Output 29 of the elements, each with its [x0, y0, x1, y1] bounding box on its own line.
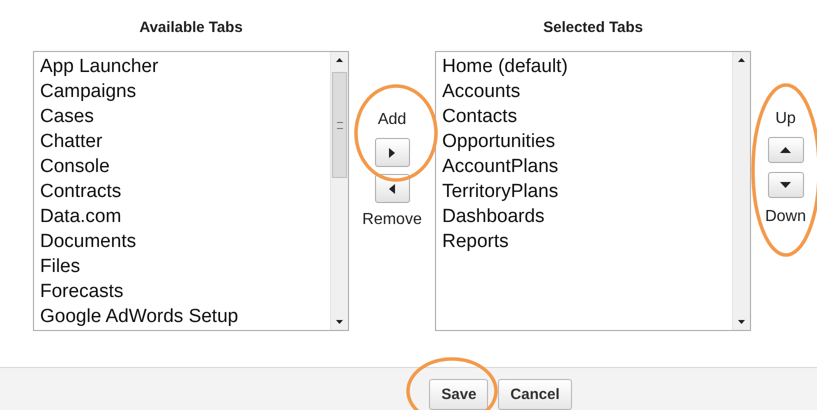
down-label: Down: [765, 207, 806, 227]
list-item[interactable]: Documents: [39, 229, 330, 254]
list-heading: Selected Tabs: [543, 18, 643, 38]
list-item[interactable]: Campaigns: [39, 79, 330, 104]
list-item[interactable]: Console: [39, 154, 330, 179]
list-heading: Available Tabs: [139, 18, 243, 38]
add-label: Add: [378, 110, 406, 130]
list-item[interactable]: Contracts: [39, 179, 330, 204]
list-box[interactable]: Home (default) Accounts Contacts Opportunities AccountPlans TerritoryPlans Dashboards Reports: [435, 51, 752, 331]
list-item[interactable]: Data.com: [39, 204, 330, 229]
list-item[interactable]: AccountPlans: [441, 154, 732, 179]
list-item[interactable]: Forecasts: [39, 279, 330, 304]
remove-label: Remove: [362, 210, 422, 230]
list-item[interactable]: Home (default): [441, 54, 732, 79]
list-box[interactable]: App Launcher Campaigns Cases Chatter Console Contracts Data.com Documents Files Forecasts Google AdWords Setup: [33, 51, 349, 331]
list-item[interactable]: Cases: [39, 104, 330, 129]
list-item[interactable]: Files: [39, 254, 330, 279]
list-item[interactable]: TerritoryPlans: [441, 179, 732, 204]
list-item[interactable]: Contacts: [441, 104, 732, 129]
list-item[interactable]: Chatter: [39, 129, 330, 154]
list-item[interactable]: Accounts: [441, 79, 732, 104]
list-item[interactable]: Reports: [441, 229, 732, 254]
cancel-button[interactable]: Cancel: [498, 379, 572, 410]
list-item[interactable]: Opportunities: [441, 129, 732, 154]
list-item[interactable]: Google AdWords Setup: [39, 304, 330, 329]
list-item[interactable]: Dashboards: [441, 204, 732, 229]
list-item[interactable]: App Launcher: [39, 54, 330, 79]
save-button[interactable]: Save: [429, 379, 488, 410]
up-label: Up: [775, 109, 796, 129]
